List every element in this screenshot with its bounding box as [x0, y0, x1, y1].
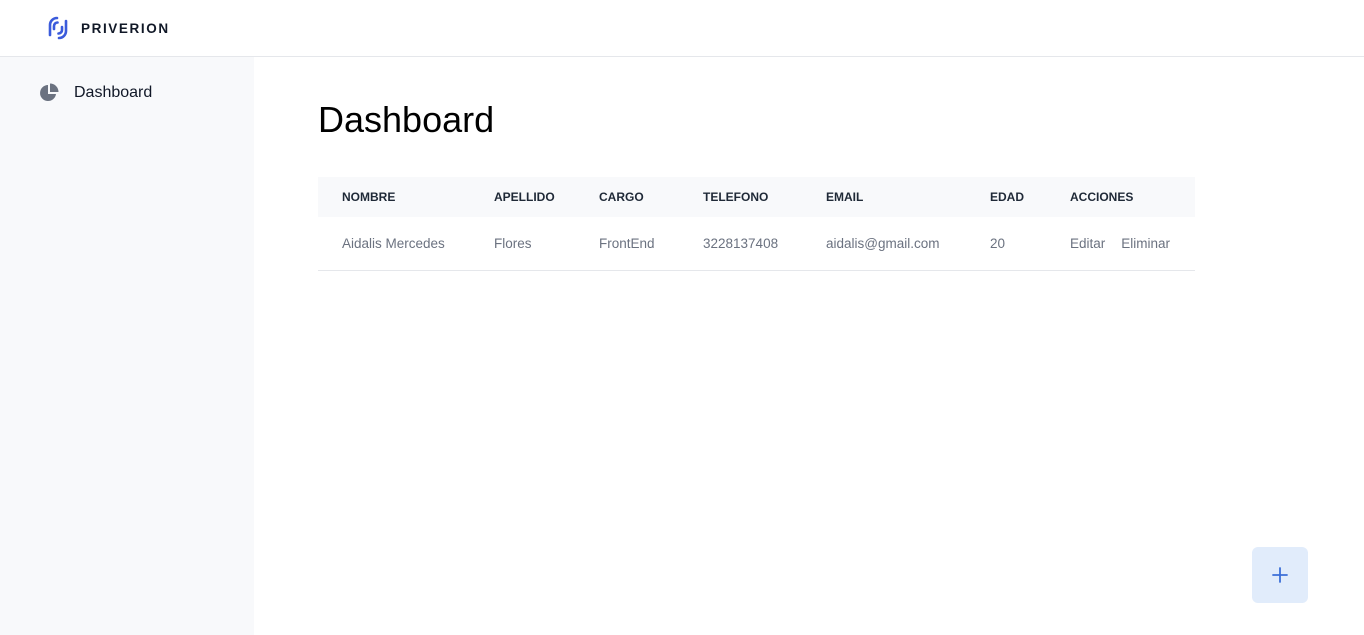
- delete-button[interactable]: Eliminar: [1121, 236, 1170, 251]
- column-header-edad: EDAD: [990, 190, 1025, 204]
- cell-cargo: FrontEnd: [599, 217, 703, 271]
- cell-telefono: 3228137408: [703, 217, 826, 271]
- pie-chart-icon: [40, 83, 59, 101]
- table-row: Aidalis Mercedes Flores FrontEnd 3228137…: [318, 217, 1195, 271]
- page-title: Dashboard: [318, 99, 495, 140]
- employees-table: NOMBRE APELLIDO CARGO TELEFONO EMAIL EDA…: [318, 177, 1195, 271]
- sidebar: Dashboard: [0, 57, 254, 635]
- sidebar-item-dashboard[interactable]: Dashboard: [38, 81, 152, 105]
- priverion-logo-icon: [48, 16, 68, 40]
- brand-logo[interactable]: PRIVERION: [44, 14, 170, 42]
- sidebar-item-label: Dashboard: [74, 84, 153, 101]
- cell-nombre: Aidalis Mercedes: [318, 217, 494, 271]
- edit-button[interactable]: Editar: [1070, 236, 1105, 251]
- column-header-email: EMAIL: [826, 190, 864, 204]
- table-header-row: NOMBRE APELLIDO CARGO TELEFONO EMAIL EDA…: [318, 177, 1195, 217]
- column-header-acciones: ACCIONES: [1070, 190, 1134, 204]
- top-bar: PRIVERION: [0, 0, 1364, 57]
- column-header-apellido: APELLIDO: [494, 190, 555, 204]
- brand-name: PRIVERION: [81, 20, 170, 36]
- column-header-cargo: CARGO: [599, 190, 644, 204]
- cell-email: aidalis@gmail.com: [826, 217, 990, 271]
- column-header-nombre: NOMBRE: [342, 190, 396, 204]
- add-button[interactable]: [1252, 547, 1308, 603]
- cell-acciones: Editar Eliminar: [1070, 217, 1195, 271]
- column-header-telefono: TELEFONO: [703, 190, 769, 204]
- main-content: Dashboard NOMBRE APELLIDO CARGO TELEFONO…: [254, 57, 1364, 635]
- cell-apellido: Flores: [494, 217, 599, 271]
- plus-icon: [1272, 567, 1288, 583]
- cell-edad: 20: [990, 217, 1070, 271]
